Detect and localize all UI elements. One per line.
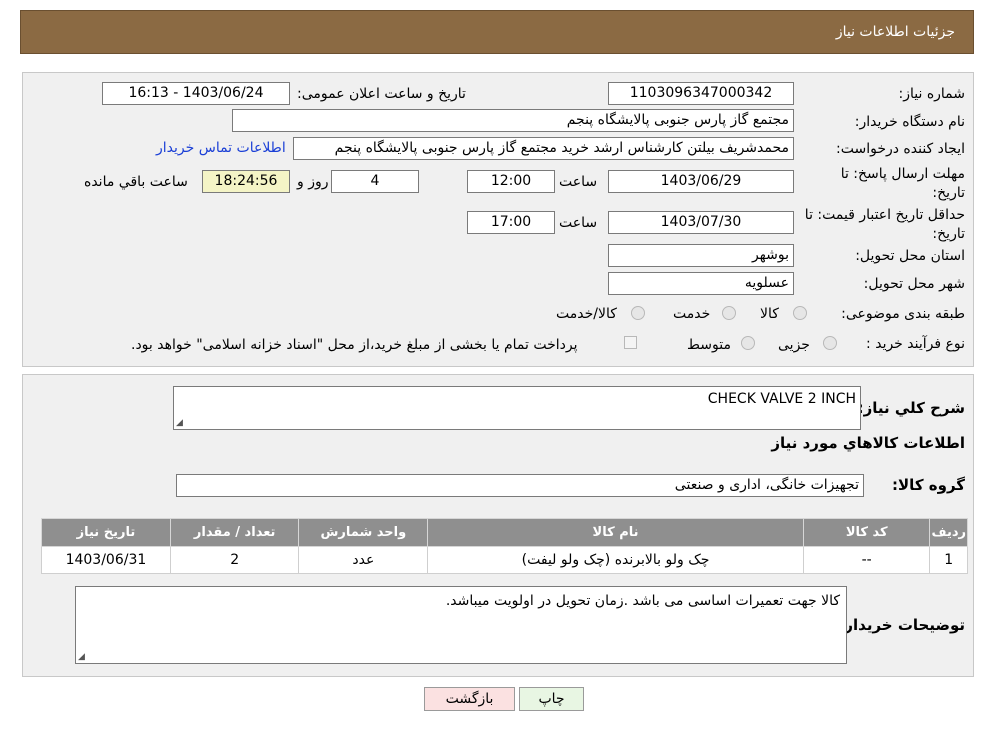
items-section-title: اطلاعات کالاهاي مورد نياز [771, 434, 965, 452]
page-title: جزئیات اطلاعات نیاز [835, 24, 955, 40]
page-header: جزئیات اطلاعات نیاز [20, 10, 974, 54]
items-panel: شرح کلي نياز: CHECK VALVE 2 INCH ◢ اطلاع… [22, 374, 974, 677]
cell-code: -- [802, 546, 931, 574]
buyer-contact-link[interactable]: اطلاعات تماس خریدار [156, 140, 286, 156]
remaining-label: ساعت باقي مانده [84, 174, 188, 190]
process-minor-radio[interactable] [823, 336, 837, 350]
min-validity-label: حداقل تاریخ اعتبار قیمت: تا تاریخ: [804, 207, 965, 242]
validity-time-field: 17:00 [467, 211, 555, 234]
category-goods-label: کالا [760, 306, 779, 322]
category-service-label: خدمت [673, 306, 711, 322]
items-table: ردیف کد کالا نام کالا واحد شمارش تعداد /… [41, 518, 968, 574]
cell-name: چک ولو بالابرنده (چک ولو لیفت) [427, 546, 804, 574]
validity-date-field: 1403/07/30 [608, 211, 794, 234]
category-goods-radio[interactable] [793, 306, 807, 320]
category-label: طبقه بندی موضوعی: [841, 306, 965, 322]
remaining-time-field: 18:24:56 [202, 170, 290, 193]
category-both-label: کالا/خدمت [556, 306, 617, 322]
buyer-notes-text: کالا جهت تعمیرات اساسی می باشد .زمان تحو… [445, 593, 840, 609]
deadline-time-label: ساعت [559, 174, 598, 190]
goods-group-label: گروه کالا: [892, 476, 965, 494]
table-row: 1 -- چک ولو بالابرنده (چک ولو لیفت) عدد … [41, 546, 968, 574]
category-both-radio[interactable] [631, 306, 645, 320]
deadline-time-field: 12:00 [467, 170, 555, 193]
general-desc-field: CHECK VALVE 2 INCH ◢ [173, 386, 861, 430]
buyer-org-field: مجتمع گاز پارس جنوبی پالایشگاه پنجم [232, 109, 794, 132]
process-medium-label: متوسط [687, 337, 731, 353]
buyer-org-label: نام دستگاه خریدار: [854, 114, 965, 130]
col-name-header: نام کالا [427, 518, 804, 547]
need-number-label: شماره نیاز: [898, 86, 966, 102]
buyer-notes-field: کالا جهت تعمیرات اساسی می باشد .زمان تحو… [75, 586, 847, 664]
col-row-header: ردیف [929, 518, 968, 547]
items-table-header: ردیف کد کالا نام کالا واحد شمارش تعداد /… [41, 518, 968, 547]
days-label: روز و [297, 174, 329, 190]
general-desc-text: CHECK VALVE 2 INCH [707, 391, 856, 407]
cell-qty: 2 [169, 546, 300, 574]
process-minor-label: جزیی [778, 337, 810, 353]
days-count-field: 4 [331, 170, 419, 193]
city-label: شهر محل تحویل: [863, 276, 965, 292]
city-field: عسلویه [608, 272, 794, 295]
goods-group-field: تجهیزات خانگی، اداری و صنعتی [176, 474, 864, 497]
process-medium-radio[interactable] [741, 336, 755, 350]
print-button[interactable]: چاپ [519, 687, 584, 711]
creator-label: ایجاد کننده درخواست: [836, 141, 965, 157]
validity-time-label: ساعت [559, 215, 598, 231]
province-label: استان محل تحویل: [855, 248, 965, 264]
resize-grip-icon[interactable]: ◢ [176, 419, 183, 428]
col-unit-header: واحد شمارش [298, 518, 429, 547]
col-date-header: تاریخ نیاز [41, 518, 171, 547]
process-label: نوع فرآیند خرید : [866, 336, 965, 352]
col-code-header: کد کالا [802, 518, 931, 547]
general-desc-label: شرح کلي نياز: [857, 399, 965, 417]
announce-datetime-field: 1403/06/24 - 16:13 [102, 82, 290, 105]
back-button[interactable]: بازگشت [424, 687, 515, 711]
province-field: بوشهر [608, 244, 794, 267]
deadline-date-field: 1403/06/29 [608, 170, 794, 193]
col-qty-header: تعداد / مقدار [169, 518, 300, 547]
category-service-radio[interactable] [722, 306, 736, 320]
need-info-panel: شماره نیاز: 1103096347000342 تاریخ و ساع… [22, 72, 974, 367]
resize-grip-icon[interactable]: ◢ [78, 653, 85, 662]
treasury-checkbox[interactable] [624, 336, 637, 349]
cell-date: 1403/06/31 [41, 546, 171, 574]
creator-field: محمدشریف بیلتن کارشناس ارشد خرید مجتمع گ… [293, 137, 794, 160]
need-number-field: 1103096347000342 [608, 82, 794, 105]
cell-unit: عدد [298, 546, 429, 574]
process-note: پرداخت تمام یا بخشی از مبلغ خرید،از محل … [131, 337, 578, 353]
announce-label: تاریخ و ساعت اعلان عمومی: [297, 86, 466, 102]
deadline-label: مهلت ارسال پاسخ: تا تاریخ: [840, 166, 965, 201]
buyer-notes-label: توضیحات خریدار: [838, 616, 965, 634]
cell-row: 1 [929, 546, 968, 574]
